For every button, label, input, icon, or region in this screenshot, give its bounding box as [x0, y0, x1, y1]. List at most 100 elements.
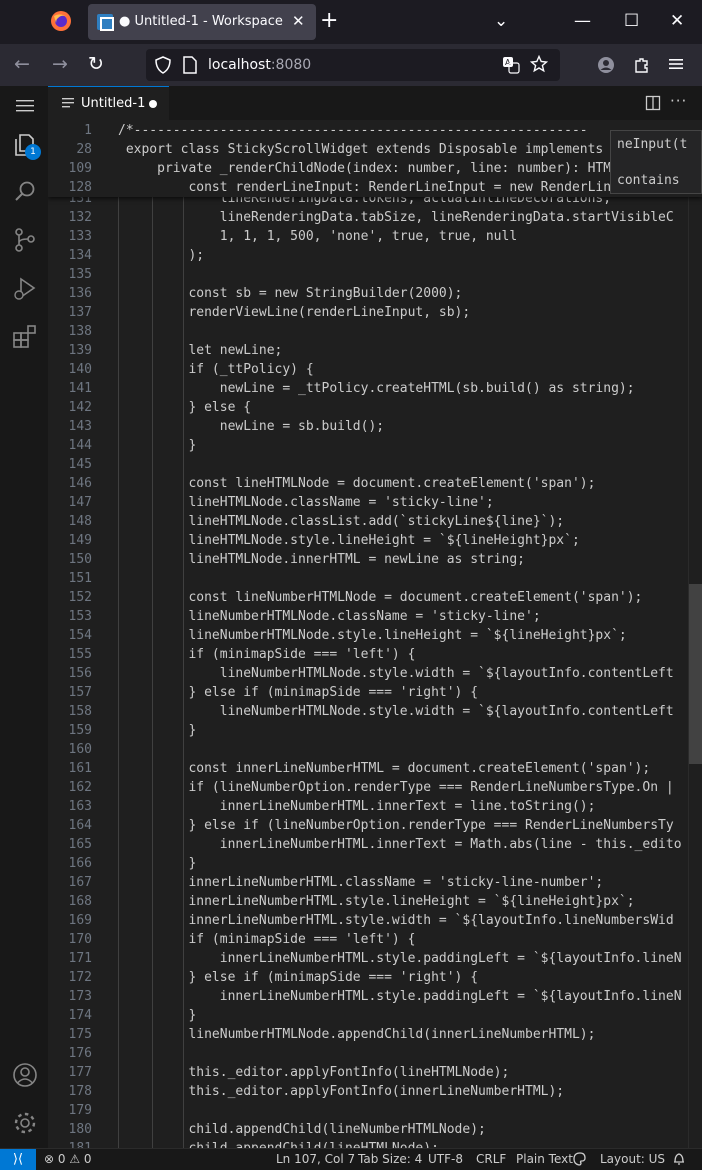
code-line[interactable]: 139 let newLine;: [48, 341, 702, 360]
url-text[interactable]: localhost:8080: [208, 57, 311, 73]
menu-icon[interactable]: [668, 56, 684, 76]
code-line[interactable]: 180 child.appendChild(lineNumberHTMLNode…: [48, 1120, 702, 1139]
code-line[interactable]: 173 innerLineNumberHTML.style.paddingLef…: [48, 987, 702, 1006]
shield-icon[interactable]: [154, 56, 172, 78]
code-line[interactable]: 155 if (minimapSide === 'left') {: [48, 645, 702, 664]
line-text[interactable]: let newLine;: [118, 341, 282, 360]
code-line[interactable]: 148 lineHTMLNode.classList.add(`stickyLi…: [48, 512, 702, 531]
code-line[interactable]: 142 } else {: [48, 398, 702, 417]
code-line[interactable]: 179: [48, 1101, 702, 1120]
line-text[interactable]: }: [118, 1006, 196, 1025]
code-line[interactable]: 133 1, 1, 1, 500, 'none', true, true, nu…: [48, 227, 702, 246]
line-text[interactable]: renderViewLine(renderLineInput, sb);: [118, 303, 470, 322]
code-line[interactable]: 164 } else if (lineNumberOption.renderTy…: [48, 816, 702, 835]
code-line[interactable]: 1 /*-------------------------------------…: [48, 121, 702, 140]
close-tab-icon[interactable]: ✕: [292, 12, 305, 30]
line-text[interactable]: lineNumberHTMLNode.style.width = `${layo…: [118, 702, 674, 721]
line-text[interactable]: if (minimapSide === 'left') {: [118, 930, 415, 949]
line-text[interactable]: 1, 1, 1, 500, 'none', true, true, null: [118, 227, 517, 246]
line-text[interactable]: lineRenderingData.tabSize, lineRendering…: [118, 208, 674, 227]
code-line[interactable]: 166 }: [48, 854, 702, 873]
line-text[interactable]: lineHTMLNode.classList.add(`stickyLine${…: [118, 512, 564, 531]
extensions-icon[interactable]: [633, 56, 651, 78]
code-line[interactable]: 158 lineNumberHTMLNode.style.width = `${…: [48, 702, 702, 721]
code-line[interactable]: 162 if (lineNumberOption.renderType === …: [48, 778, 702, 797]
extensions-view-icon[interactable]: [12, 324, 38, 350]
code-line[interactable]: 152 const lineNumberHTMLNode = document.…: [48, 588, 702, 607]
line-text[interactable]: lineNumberHTMLNode.appendChild(innerLine…: [118, 1025, 595, 1044]
line-text[interactable]: }: [118, 436, 196, 455]
code-editor[interactable]: 131 lineRenderingData.tokens, actualInli…: [48, 120, 702, 1148]
line-text[interactable]: lineNumberHTMLNode.style.width = `${layo…: [118, 664, 674, 683]
line-text[interactable]: }: [118, 854, 196, 873]
tab-size[interactable]: Tab Size: 4: [358, 1152, 422, 1166]
code-line[interactable]: 150 lineHTMLNode.innerHTML = newLine as …: [48, 550, 702, 569]
code-line[interactable]: 156 lineNumberHTMLNode.style.width = `${…: [48, 664, 702, 683]
line-text[interactable]: } else {: [118, 398, 251, 417]
line-text[interactable]: innerLineNumberHTML.innerText = Math.abs…: [118, 835, 682, 854]
code-line[interactable]: 128 const renderLineInput: RenderLineInp…: [48, 178, 702, 197]
editor-tab-untitled-1[interactable]: Untitled-1: [48, 86, 169, 120]
line-text[interactable]: innerLineNumberHTML.style.width = `${lay…: [118, 911, 673, 930]
code-line[interactable]: 165 innerLineNumberHTML.innerText = Math…: [48, 835, 702, 854]
split-editor-icon[interactable]: [645, 95, 661, 115]
code-line[interactable]: 154 lineNumberHTMLNode.style.lineHeight …: [48, 626, 702, 645]
code-line[interactable]: 153 lineNumberHTMLNode.className = 'stic…: [48, 607, 702, 626]
line-text[interactable]: innerLineNumberHTML.style.paddingLeft = …: [118, 987, 682, 1006]
code-line[interactable]: 174 }: [48, 1006, 702, 1025]
code-line[interactable]: 157 } else if (minimapSide === 'right') …: [48, 683, 702, 702]
code-line[interactable]: 178 this._editor.applyFontInfo(innerLine…: [48, 1082, 702, 1101]
code-line[interactable]: 141 newLine = _ttPolicy.createHTML(sb.bu…: [48, 379, 702, 398]
code-line[interactable]: 143 newLine = sb.build();: [48, 417, 702, 436]
forward-icon[interactable]: →: [52, 53, 68, 75]
code-line[interactable]: 151: [48, 569, 702, 588]
code-line[interactable]: 140 if (_ttPolicy) {: [48, 360, 702, 379]
line-text[interactable]: );: [118, 246, 204, 265]
code-line[interactable]: 149 lineHTMLNode.style.lineHeight = `${l…: [48, 531, 702, 550]
line-text[interactable]: lineNumberHTMLNode.style.lineHeight = `$…: [118, 626, 626, 645]
line-text[interactable]: this._editor.applyFontInfo(innerLineNumb…: [118, 1082, 564, 1101]
code-line[interactable]: 181 child.appendChild(lineHTMLNode);: [48, 1139, 702, 1148]
close-window-icon[interactable]: ✕: [670, 9, 684, 33]
unsaved-dot-icon[interactable]: [149, 100, 157, 108]
line-text[interactable]: export class StickyScrollWidget extends …: [118, 140, 603, 159]
firefox-icon[interactable]: [50, 10, 72, 32]
line-text[interactable]: } else if (lineNumberOption.renderType =…: [118, 816, 673, 835]
account-icon[interactable]: [597, 56, 615, 78]
code-line[interactable]: 135: [48, 265, 702, 284]
line-text[interactable]: const renderLineInput: RenderLineInput =…: [118, 178, 611, 197]
keyboard-layout[interactable]: Layout: US: [600, 1152, 665, 1166]
translate-icon[interactable]: A: [502, 56, 520, 78]
code-line[interactable]: 145: [48, 455, 702, 474]
code-line[interactable]: 136 const sb = new StringBuilder(2000);: [48, 284, 702, 303]
scrollbar-thumb[interactable]: [689, 584, 702, 764]
run-debug-icon[interactable]: [12, 276, 38, 302]
code-line[interactable]: 144 }: [48, 436, 702, 455]
accounts-icon[interactable]: [12, 1062, 38, 1088]
manage-gear-icon[interactable]: [12, 1110, 38, 1136]
line-text[interactable]: lineNumberHTMLNode.className = 'sticky-l…: [118, 607, 540, 626]
hamburger-menu-icon[interactable]: [12, 95, 38, 121]
line-text[interactable]: innerLineNumberHTML.innerText = line.toS…: [118, 797, 596, 816]
line-text[interactable]: private _renderChildNode(index: number, …: [118, 159, 611, 178]
code-line[interactable]: 172 } else if (minimapSide === 'right') …: [48, 968, 702, 987]
line-text[interactable]: this._editor.applyFontInfo(lineHTMLNode)…: [118, 1063, 509, 1082]
code-line[interactable]: 137 renderViewLine(renderLineInput, sb);: [48, 303, 702, 322]
code-line[interactable]: 170 if (minimapSide === 'left') {: [48, 930, 702, 949]
code-line[interactable]: 160: [48, 740, 702, 759]
encoding[interactable]: UTF-8: [428, 1152, 463, 1166]
sticky-scroll-widget[interactable]: 1 /*-------------------------------------…: [48, 120, 702, 197]
code-line[interactable]: 177 this._editor.applyFontInfo(lineHTMLN…: [48, 1063, 702, 1082]
line-text[interactable]: if (_ttPolicy) {: [118, 360, 313, 379]
line-text[interactable]: } else if (minimapSide === 'right') {: [118, 968, 478, 987]
code-line[interactable]: 138: [48, 322, 702, 341]
cursor-position[interactable]: Ln 107, Col 7: [276, 1152, 355, 1166]
browser-tab-active[interactable]: ● Untitled-1 - Workspace - Code ✕: [88, 4, 316, 40]
code-line[interactable]: 134 );: [48, 246, 702, 265]
remote-indicator[interactable]: ⟩⟨: [0, 1149, 36, 1170]
maximize-icon[interactable]: ☐: [624, 9, 639, 33]
new-tab-button[interactable]: +: [320, 8, 338, 34]
code-line[interactable]: 109 private _renderChildNode(index: numb…: [48, 159, 702, 178]
back-icon[interactable]: ←: [14, 53, 30, 75]
line-text[interactable]: /*--------------------------------------…: [118, 121, 588, 140]
